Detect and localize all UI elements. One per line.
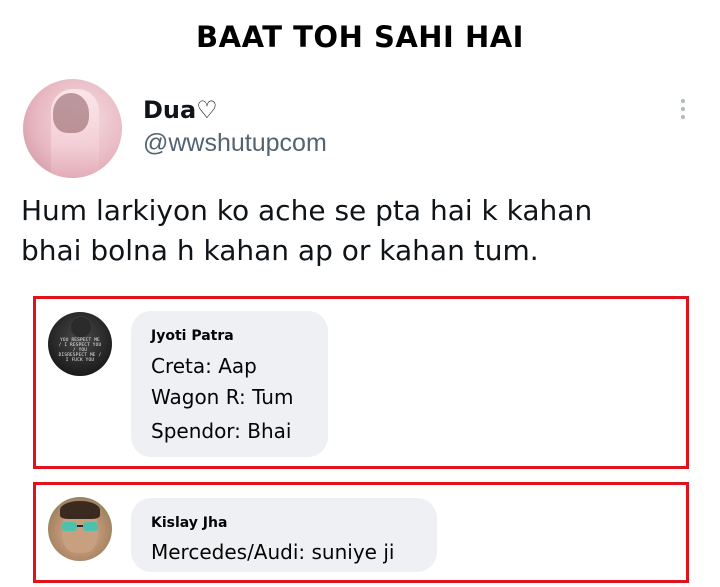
comment-line: Wagon R: Tum	[151, 385, 294, 409]
commenter-avatar[interactable]	[48, 497, 112, 561]
avatar-hair	[53, 93, 89, 133]
comment-line: Creta: Aap	[151, 354, 257, 378]
meme-title: BAAT TOH SAHI HAI	[196, 20, 524, 54]
comment-line: Spendor: Bhai	[151, 419, 292, 443]
tweet-display-name[interactable]: Dua♡	[143, 96, 218, 124]
tweet-text-line: Hum larkiyon ko ache se pta hai k kahan	[21, 194, 593, 227]
comment-author[interactable]: Kislay Jha	[151, 515, 227, 531]
more-vertical-icon[interactable]	[673, 98, 693, 122]
commenter-avatar[interactable]: YOU RESPECT ME / I RESPECT YOU / YOU DIS…	[48, 312, 112, 376]
avatar-caption: YOU RESPECT ME / I RESPECT YOU / YOU DIS…	[58, 338, 102, 363]
avatar-hair	[60, 501, 100, 519]
tweet-text: Hum larkiyon ko ache se pta hai k kahan …	[21, 191, 701, 271]
sunglasses-icon	[62, 522, 98, 531]
tweet-handle[interactable]: @wwshutupcom	[143, 129, 327, 158]
avatar-head-shape	[70, 316, 92, 338]
comment-author[interactable]: Jyoti Patra	[151, 328, 234, 344]
tweet-author-avatar[interactable]	[23, 79, 122, 178]
tweet-text-line: bhai bolna h kahan ap or kahan tum.	[21, 234, 539, 267]
comment-line: Mercedes/Audi: suniye ji	[151, 540, 395, 564]
